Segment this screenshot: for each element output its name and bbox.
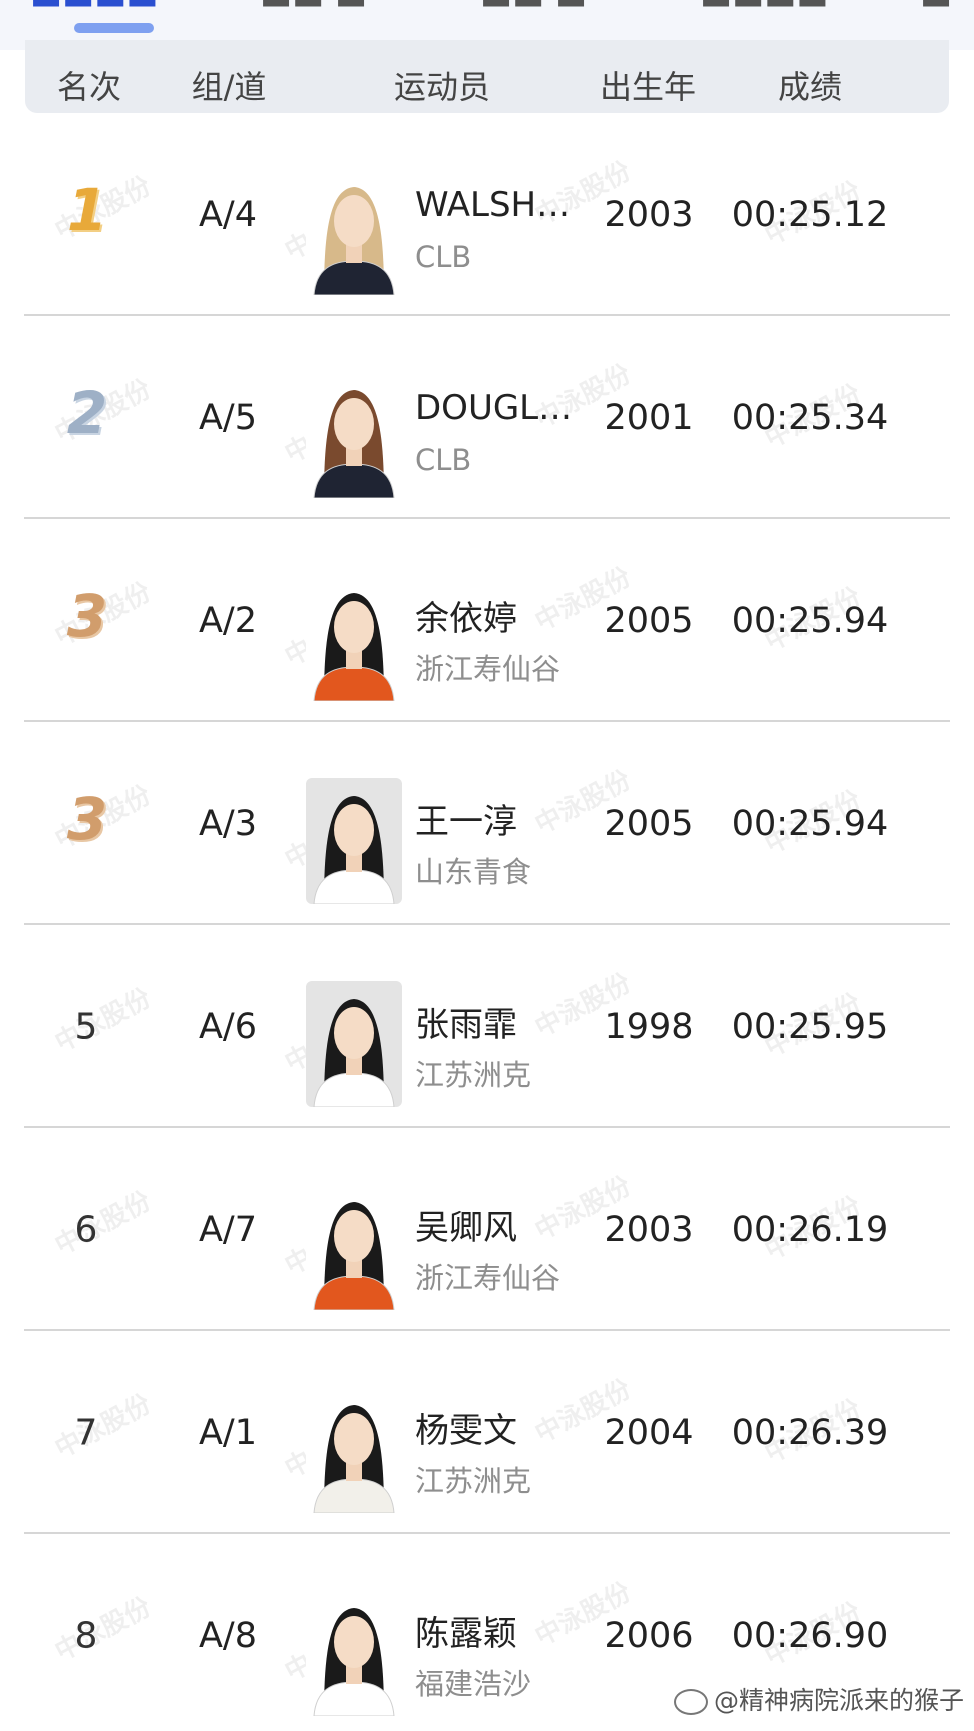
rank-medal-bronze: 3 [66, 785, 107, 854]
athlete-name[interactable]: DOUGL… [415, 388, 572, 428]
header-athlete: 运动员 [393, 68, 491, 106]
rank-medal-bronze: 3 [66, 582, 107, 651]
group-lane: A/2 [198, 600, 258, 641]
athlete-name[interactable]: WALSH… [415, 185, 570, 225]
athlete-name[interactable]: 陈露颖 [415, 1606, 517, 1655]
watermark-logo: 中泳股份 [50, 1389, 157, 1465]
athlete-photo [306, 981, 402, 1107]
group-lane: A/6 [198, 1006, 258, 1047]
rank-medal-silver: 2 [66, 379, 107, 448]
athlete-team: 江苏洲克 [415, 1464, 532, 1498]
table-row[interactable]: 中泳股份中泳股份中泳股份中泳股份6A/7吴卿风浙江寿仙谷200300:26.19 [0, 1128, 974, 1331]
weibo-icon [673, 1689, 708, 1715]
group-lane: A/5 [198, 397, 258, 438]
result-time: 00:25.94 [731, 803, 889, 844]
athlete-name[interactable]: 王一淳 [415, 794, 517, 843]
athlete-photo [306, 778, 402, 904]
result-time: 00:25.94 [731, 600, 889, 641]
birth-year: 1998 [604, 1006, 694, 1047]
athlete-photo [306, 169, 402, 295]
table-row[interactable]: 中泳股份中泳股份中泳股份中泳股份3A/3王一淳山东青食200500:25.94 [0, 722, 974, 925]
athlete-photo [306, 1590, 402, 1716]
rank-number: 7 [74, 1412, 98, 1453]
birth-year: 2005 [604, 600, 694, 641]
birth-year: 2001 [604, 397, 694, 438]
athlete-team: 浙江寿仙谷 [415, 652, 561, 686]
birth-year: 2006 [604, 1615, 694, 1656]
group-lane: A/8 [198, 1615, 258, 1656]
athlete-team: 山东青食 [415, 855, 532, 889]
tab-5[interactable]: ▬ [920, 0, 952, 18]
header-birth-year: 出生年 [599, 68, 697, 106]
result-time: 00:26.39 [731, 1412, 889, 1453]
table-row[interactable]: 中泳股份中泳股份中泳股份中泳股份1A/4WALSH…CLB200300:25.1… [0, 113, 974, 316]
birth-year: 2003 [604, 1209, 694, 1250]
table-row[interactable]: 中泳股份中泳股份中泳股份中泳股份3A/2余依婷浙江寿仙谷200500:25.94 [0, 519, 974, 722]
tab-active[interactable]: ▬▬▬▬ [30, 0, 159, 18]
group-lane: A/1 [198, 1412, 258, 1453]
birth-year: 2003 [604, 194, 694, 235]
active-tab-indicator [74, 23, 154, 33]
rank-medal-gold: 1 [66, 176, 107, 245]
rank-number: 8 [74, 1615, 98, 1656]
athlete-name[interactable]: 吴卿风 [415, 1200, 517, 1249]
athlete-team: 福建浩沙 [415, 1667, 532, 1701]
result-time: 00:26.90 [731, 1615, 889, 1656]
athlete-photo [306, 1387, 402, 1513]
header-result: 成绩 [777, 68, 843, 106]
athlete-name[interactable]: 余依婷 [415, 591, 517, 640]
athlete-photo [306, 372, 402, 498]
group-lane: A/3 [198, 803, 258, 844]
athlete-photo [306, 1184, 402, 1310]
table-row[interactable]: 中泳股份中泳股份中泳股份中泳股份7A/1杨雯文江苏洲克200400:26.39 [0, 1331, 974, 1534]
tab-4[interactable]: ▬▬▬▬ [700, 0, 829, 18]
athlete-team: CLB [415, 240, 472, 274]
tab-2[interactable]: ▬▬ ▬ [260, 0, 367, 18]
table-row[interactable]: 中泳股份中泳股份中泳股份中泳股份2A/5DOUGL…CLB200100:25.3… [0, 316, 974, 519]
header-rank: 名次 [56, 68, 122, 106]
result-time: 00:25.34 [731, 397, 889, 438]
table-row[interactable]: 中泳股份中泳股份中泳股份中泳股份5A/6张雨霏江苏洲克199800:25.95 [0, 925, 974, 1128]
result-time: 00:26.19 [731, 1209, 889, 1250]
athlete-name[interactable]: 张雨霏 [415, 997, 517, 1046]
header-group-lane: 组/道 [191, 68, 267, 106]
result-time: 00:25.95 [731, 1006, 889, 1047]
watermark-logo: 中泳股份 [50, 1592, 157, 1668]
athlete-photo [306, 575, 402, 701]
athlete-team: 江苏洲克 [415, 1058, 532, 1092]
birth-year: 2005 [604, 803, 694, 844]
table-header: 名次 组/道 运动员 出生年 成绩 [25, 40, 949, 113]
rank-number: 5 [74, 1006, 98, 1047]
athlete-team: CLB [415, 443, 472, 477]
group-lane: A/4 [198, 194, 258, 235]
group-lane: A/7 [198, 1209, 258, 1250]
watermark-logo: 中泳股份 [50, 983, 157, 1059]
athlete-team: 浙江寿仙谷 [415, 1261, 561, 1295]
result-time: 00:25.12 [731, 194, 889, 235]
weibo-credit: @精神病院派来的猴子 [673, 1681, 964, 1717]
athlete-name[interactable]: 杨雯文 [415, 1403, 517, 1452]
tab-3[interactable]: ▬▬ ▬ [480, 0, 587, 18]
birth-year: 2004 [604, 1412, 694, 1453]
watermark-logo: 中泳股份 [50, 1186, 157, 1262]
rank-number: 6 [74, 1209, 98, 1250]
credit-text: @精神病院派来的猴子 [713, 1686, 964, 1715]
